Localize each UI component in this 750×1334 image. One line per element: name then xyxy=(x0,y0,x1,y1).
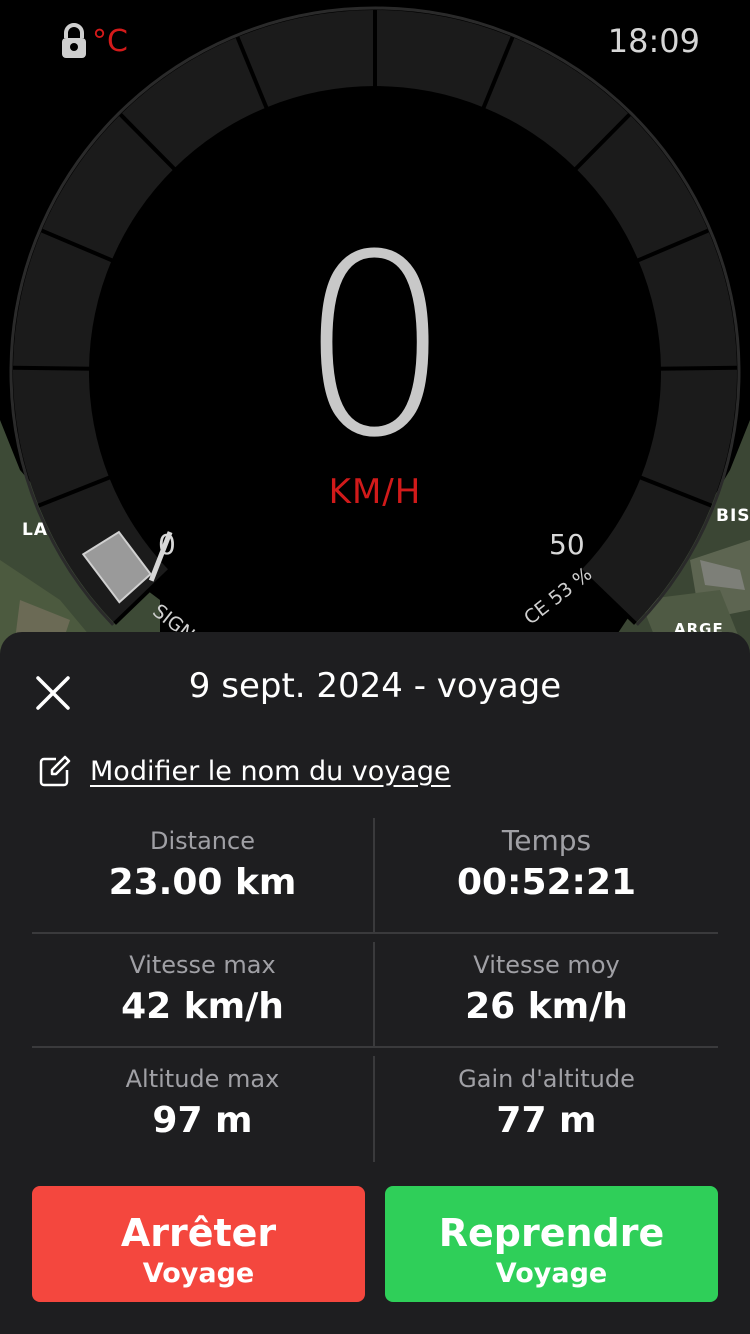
stop-trip-sublabel: Voyage xyxy=(142,1258,255,1289)
trip-stats: Distance 23.00 km Temps 00:52:21 Vitesse… xyxy=(32,818,718,1162)
tick-label-max: 50 xyxy=(549,528,585,561)
resume-trip-label: Reprendre xyxy=(438,1211,665,1255)
trip-summary-sheet: 9 sept. 2024 - voyage Modifier le nom du… xyxy=(0,632,750,1334)
clock: 18:09 xyxy=(607,22,700,60)
max-altitude-label: Altitude max xyxy=(125,1065,280,1093)
stats-row: Distance 23.00 km Temps 00:52:21 xyxy=(32,818,718,934)
altitude-gain-value: 77 m xyxy=(496,1100,597,1141)
altitude-gain-label: Gain d'altitude xyxy=(458,1065,635,1093)
lock-icon xyxy=(62,23,86,58)
distance-label: Distance xyxy=(150,827,255,855)
time-label: Temps xyxy=(501,824,592,857)
stats-row: Altitude max 97 m Gain d'altitude 77 m xyxy=(32,1048,718,1162)
stats-row: Vitesse max 42 km/h Vitesse moy 26 km/h xyxy=(32,934,718,1048)
rename-trip-link[interactable]: Modifier le nom du voyage xyxy=(90,756,451,787)
resume-trip-sublabel: Voyage xyxy=(495,1258,608,1289)
distance-value: 23.00 km xyxy=(108,862,297,903)
temperature-unit: °C xyxy=(92,23,128,59)
avg-speed-stat: Vitesse moy 26 km/h xyxy=(375,942,718,1046)
altitude-gain-stat: Gain d'altitude 77 m xyxy=(375,1056,718,1162)
distance-stat: Distance 23.00 km xyxy=(32,818,375,932)
edit-icon xyxy=(39,755,71,787)
avg-speed-value: 26 km/h xyxy=(465,986,628,1027)
max-speed-stat: Vitesse max 42 km/h xyxy=(32,942,375,1046)
resume-trip-button[interactable]: Reprendre Voyage xyxy=(385,1186,718,1302)
stop-trip-button[interactable]: Arrêter Voyage xyxy=(32,1186,365,1302)
max-altitude-stat: Altitude max 97 m xyxy=(32,1056,375,1162)
time-value: 00:52:21 xyxy=(456,862,637,903)
max-speed-label: Vitesse max xyxy=(129,951,276,979)
avg-speed-label: Vitesse moy xyxy=(473,951,620,979)
time-stat: Temps 00:52:21 xyxy=(375,818,718,932)
stop-trip-label: Arrêter xyxy=(120,1211,277,1255)
max-altitude-value: 97 m xyxy=(152,1100,253,1141)
speed-unit: KM/H xyxy=(328,472,422,512)
tick-label-min: 0 xyxy=(158,528,176,561)
status-left: °C xyxy=(60,22,128,60)
rename-trip-row[interactable]: Modifier le nom du voyage xyxy=(38,754,451,788)
map-label-left: LA xyxy=(22,520,48,540)
trip-title: 9 sept. 2024 - voyage xyxy=(188,666,562,706)
max-speed-value: 42 km/h xyxy=(121,986,284,1027)
speed-value: 0 xyxy=(299,201,451,492)
